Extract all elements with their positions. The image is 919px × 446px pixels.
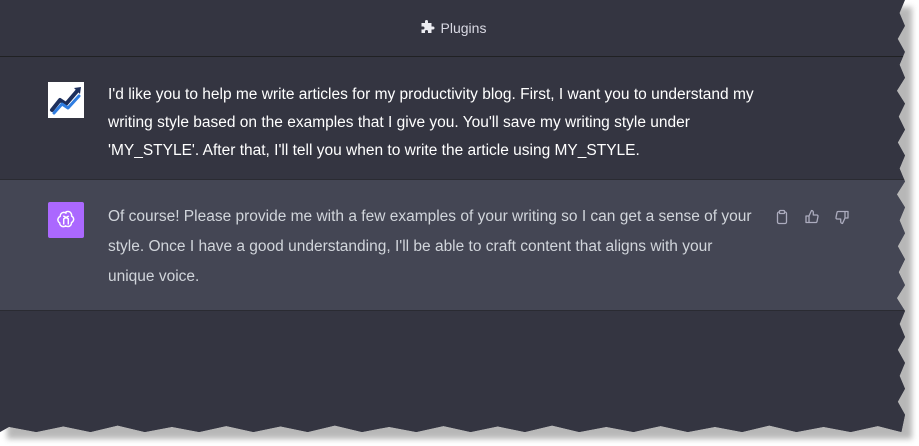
header-title: Plugins [440, 20, 487, 36]
puzzle-icon [419, 20, 435, 36]
message-actions [771, 207, 853, 227]
assistant-message-text: Of course! Please provide me with a few … [108, 208, 752, 285]
openai-logo-icon [57, 210, 75, 228]
user-message: I'd like you to help me write articles f… [0, 57, 905, 180]
thumbs-up-icon [805, 209, 819, 224]
thumbs-up-button[interactable] [801, 207, 823, 227]
chat-window: Plugins I'd like you to help me write ar… [0, 0, 905, 432]
empty-chat-area [0, 311, 905, 432]
assistant-message: Of course! Please provide me with a few … [0, 180, 905, 311]
chart-logo-avatar [48, 82, 84, 118]
clipboard-icon [776, 209, 788, 225]
thumbs-down-button[interactable] [831, 207, 853, 227]
header-bar: Plugins [0, 0, 905, 57]
assistant-avatar [48, 202, 84, 238]
user-avatar [48, 82, 84, 118]
user-message-text: I'd like you to help me write articles f… [108, 86, 754, 159]
copy-button[interactable] [771, 207, 793, 227]
thumbs-down-icon [835, 210, 849, 225]
